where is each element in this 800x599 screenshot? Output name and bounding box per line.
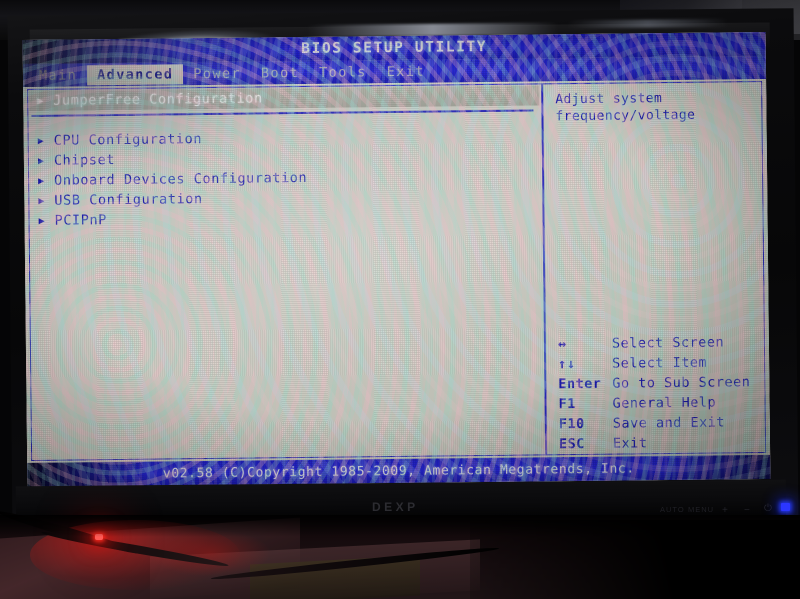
copyright-text: v02.58 (C)Copyright 1985-2009, American … — [162, 460, 635, 482]
help-line-2: frequency/voltage — [555, 107, 696, 125]
tab-advanced[interactable]: Advanced — [87, 63, 184, 85]
status-bar-shadow-right — [667, 454, 771, 481]
settings-list: ▶ JumperFree Configuration ▶ CPU Configu… — [29, 85, 543, 458]
submenu-arrow-icon: ▶ — [38, 215, 46, 227]
tab-boot[interactable]: Boot — [251, 62, 309, 83]
help-pane: Adjust system frequency/voltage ↔ Select… — [547, 83, 764, 453]
tab-tools[interactable]: Tools — [309, 62, 377, 83]
status-bar-shadow-left — [27, 461, 148, 488]
menu-item-label: Chipset — [53, 152, 116, 169]
key-esc: ESC — [558, 435, 585, 453]
menu-item-jumperfree-configuration[interactable]: ▶ JumperFree Configuration — [29, 85, 540, 111]
brand-logo: DEXP — [372, 500, 419, 514]
menu-item-label: PCIPnP — [54, 212, 108, 229]
page-title: BIOS SETUP UTILITY — [301, 39, 488, 58]
osd-button-auto[interactable]: AUTO — [660, 505, 685, 514]
submenu-arrow-icon: ▶ — [38, 195, 46, 207]
key-action-label: Save and Exit — [612, 414, 726, 432]
tab-exit[interactable]: Exit — [377, 61, 435, 82]
lcd-screen: BIOS SETUP UTILITY Main Advanced Power B… — [22, 31, 771, 488]
key-action-label: Go to Sub Screen — [612, 374, 751, 392]
key-legend-row: F1 General Help — [550, 392, 763, 414]
menu-item-label: Onboard Devices Configuration — [54, 169, 308, 189]
key-action-label: Select Screen — [611, 334, 725, 352]
tab-main[interactable]: Main — [29, 65, 87, 86]
tab-power[interactable]: Power — [183, 63, 251, 84]
list-separator — [31, 109, 534, 117]
menu-item-pcipnp[interactable]: ▶ PCIPnP — [30, 205, 540, 231]
submenu-arrow-icon: ▶ — [38, 175, 45, 187]
key-enter: Enter — [558, 375, 602, 393]
help-description: Adjust system frequency/voltage — [547, 83, 760, 125]
key-legend-row: Enter Go to Sub Screen — [550, 372, 763, 394]
submenu-arrow-icon: ▶ — [37, 135, 45, 147]
key-action-label: Exit — [612, 435, 648, 452]
key-f1: F1 — [558, 396, 576, 413]
photograph-of-monitor: BIOS SETUP UTILITY Main Advanced Power B… — [0, 0, 800, 599]
menu-item-label: CPU Configuration — [53, 131, 203, 149]
key-legend: ↔ Select Screen ↑↓ Select Item Enter Go … — [550, 332, 764, 454]
power-led-indicator — [781, 503, 790, 511]
osd-button-power-icon[interactable]: ⏻ — [764, 503, 773, 514]
osd-button-menu[interactable]: MENU — [688, 505, 714, 514]
submenu-arrow-icon: ▶ — [37, 155, 45, 167]
key-action-label: Select Item — [612, 354, 708, 372]
key-arrows-horizontal-icon: ↔ — [557, 336, 567, 353]
bios-setup-utility: BIOS SETUP UTILITY Main Advanced Power B… — [22, 31, 771, 488]
submenu-arrow-icon: ▶ — [37, 95, 44, 107]
desk-dark-region — [470, 520, 800, 599]
menu-item-label: JumperFree Configuration — [53, 90, 263, 109]
key-legend-row: ↔ Select Screen — [550, 332, 763, 354]
bezel-reflection-streak-right — [567, 18, 728, 29]
title-bar-shadow — [22, 38, 183, 65]
key-f10: F10 — [558, 415, 585, 433]
key-arrows-vertical-icon: ↑↓ — [558, 356, 576, 373]
key-action-label: General Help — [612, 394, 717, 412]
key-legend-row: ESC Exit — [551, 432, 764, 454]
menu-item-label: USB Configuration — [54, 191, 203, 209]
key-legend-row: ↑↓ Select Item — [550, 352, 763, 374]
key-legend-row: F10 Save and Exit — [551, 412, 764, 434]
help-line-1: Adjust system — [555, 91, 663, 108]
